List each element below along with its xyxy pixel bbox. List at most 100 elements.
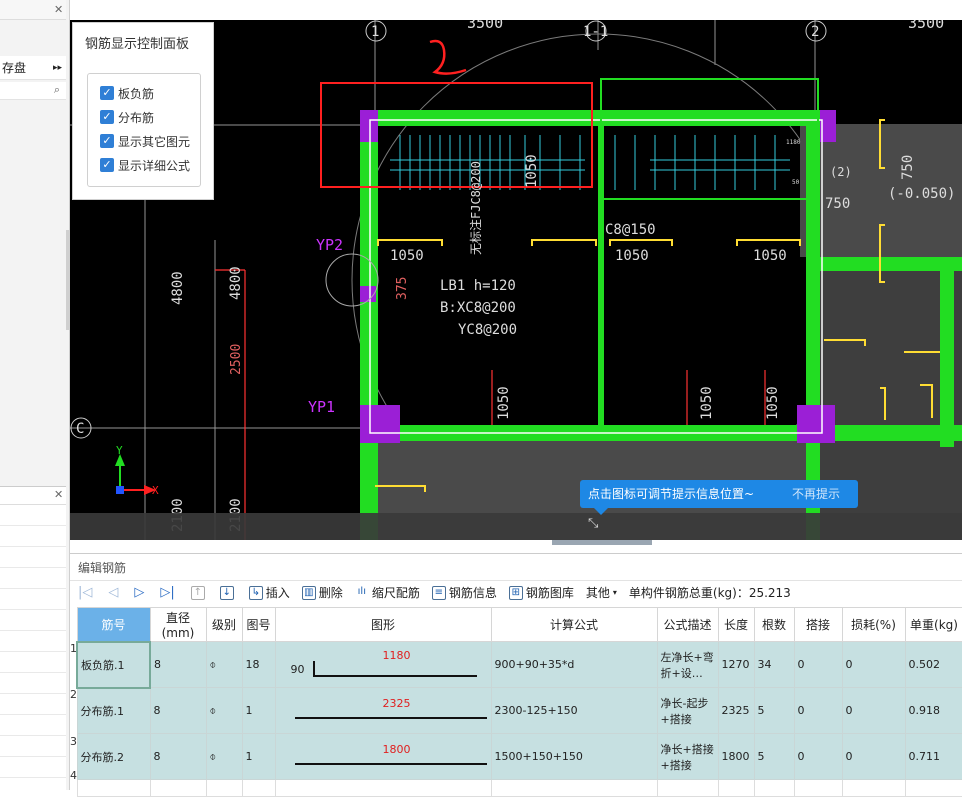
cell-count[interactable]: 5 bbox=[753, 733, 795, 780]
left-panel: ✕ 存盘 ▸▸ ⌕ ✕ bbox=[0, 0, 70, 790]
column-header[interactable]: 单重(kg) bbox=[904, 607, 962, 642]
cell-formula[interactable]: 900+90+35*d bbox=[490, 641, 658, 688]
table-row[interactable]: 板负筋.1 8 ⌽ 18 90 1180 900+90+35*d 左净长+弯折+… bbox=[76, 640, 962, 689]
cell-lap[interactable]: 0 bbox=[793, 733, 843, 780]
cell-loss[interactable]: 0 bbox=[841, 641, 906, 688]
cell-description[interactable]: 净长-起步+搭接 bbox=[656, 687, 719, 734]
checkmark-icon[interactable]: ✓ bbox=[100, 110, 114, 124]
previous-record-icon[interactable]: ◁ bbox=[108, 585, 118, 600]
checkbox-show-other-elements[interactable]: ✓ 显示其它图元 bbox=[100, 132, 190, 150]
next-record-icon[interactable]: ▷ bbox=[134, 585, 144, 600]
rebar-info-button[interactable]: ≡ 钢筋信息 bbox=[431, 584, 497, 601]
table-header-row: 筋号 直径(mm) 级别 图号 图形 计算公式 公式描述 长度 根数 搭接 损耗… bbox=[76, 607, 962, 642]
cell-grade[interactable]: ⌽ bbox=[205, 687, 243, 734]
insert-icon: ↳ bbox=[248, 585, 263, 600]
cell-name[interactable]: 分布筋.2 bbox=[76, 733, 151, 780]
checkbox-show-detailed-formula[interactable]: ✓ 显示详细公式 bbox=[100, 156, 190, 174]
close-icon[interactable]: ✕ bbox=[54, 3, 63, 16]
shrink-arrows-icon[interactable]: ⤡ bbox=[588, 516, 598, 531]
search-icon[interactable]: ⌕ bbox=[54, 83, 60, 97]
column-header[interactable]: 筋号 bbox=[76, 607, 151, 642]
cell-shape[interactable]: 2325 bbox=[274, 687, 492, 734]
table-row-empty[interactable] bbox=[76, 779, 962, 797]
other-dropdown[interactable]: 其他 ▾ bbox=[586, 584, 617, 601]
scale-rebar-button[interactable]: ılı 缩尺配筋 bbox=[355, 584, 420, 601]
editor-title: 编辑钢筋 bbox=[78, 561, 127, 575]
column-header[interactable]: 搭接 bbox=[793, 607, 843, 642]
dropdown-arrow-icon: ▾ bbox=[612, 588, 617, 597]
cell-lap[interactable]: 0 bbox=[793, 641, 843, 688]
column-header[interactable]: 计算公式 bbox=[490, 607, 658, 642]
library-icon: ⊞ bbox=[508, 585, 523, 600]
search-field[interactable]: ⌕ bbox=[0, 82, 66, 100]
cell-length[interactable]: 1270 bbox=[717, 641, 755, 688]
checkmark-icon[interactable]: ✓ bbox=[100, 158, 114, 172]
cell-description[interactable]: 左净长+弯折+设… bbox=[656, 641, 719, 688]
cell-diameter[interactable]: 8 bbox=[149, 641, 207, 688]
table-row[interactable]: 分布筋.1 8 ⌽ 1 2325 2300-125+150 净长-起步+搭接 2… bbox=[76, 687, 962, 734]
cell-formula[interactable]: 1500+150+150 bbox=[490, 733, 658, 780]
checkbox-negative-rebar[interactable]: ✓ 板负筋 bbox=[100, 84, 154, 102]
cell-shape[interactable]: 1800 bbox=[274, 733, 492, 780]
column-label-yp2: YP2 bbox=[316, 236, 343, 254]
last-record-icon[interactable]: ▷| bbox=[160, 585, 174, 600]
column-header[interactable]: 图形 bbox=[274, 607, 492, 642]
cell-lap[interactable]: 0 bbox=[793, 687, 843, 734]
axis-label: 1 bbox=[371, 24, 379, 40]
scale-rebar-label: 缩尺配筋 bbox=[371, 586, 420, 600]
dimension: 2500 bbox=[229, 344, 244, 375]
cell-figure-number[interactable]: 18 bbox=[241, 641, 276, 688]
cell-count[interactable]: 5 bbox=[753, 687, 795, 734]
cell-weight[interactable]: 0.918 bbox=[904, 687, 962, 734]
paren-label: (2) bbox=[830, 165, 852, 179]
cell-shape[interactable]: 90 1180 bbox=[274, 641, 492, 688]
column-header[interactable]: 根数 bbox=[753, 607, 795, 642]
move-up-button[interactable]: ↑ bbox=[190, 585, 208, 600]
close-icon[interactable]: ✕ bbox=[54, 488, 63, 501]
column-header[interactable]: 图号 bbox=[241, 607, 276, 642]
cell-length[interactable]: 1800 bbox=[717, 733, 755, 780]
column-header[interactable]: 长度 bbox=[717, 607, 755, 642]
dont-show-again-link[interactable]: 不再提示 bbox=[792, 480, 840, 508]
cell-weight[interactable]: 0.711 bbox=[904, 733, 962, 780]
cell-diameter[interactable]: 8 bbox=[149, 733, 207, 780]
cell-length[interactable]: 2325 bbox=[717, 687, 755, 734]
column-header[interactable]: 直径(mm) bbox=[149, 607, 207, 642]
double-chevron-right-icon[interactable]: ▸▸ bbox=[53, 56, 62, 80]
column-header[interactable]: 公式描述 bbox=[656, 607, 719, 642]
total-weight: 单构件钢筋总重(kg)：25.213 bbox=[628, 586, 791, 600]
first-record-icon[interactable]: |◁ bbox=[78, 585, 92, 600]
cell-figure-number[interactable]: 1 bbox=[241, 733, 276, 780]
checkbox-distribution-rebar[interactable]: ✓ 分布筋 bbox=[100, 108, 154, 126]
left-panel-tab[interactable]: 存盘 ▸▸ bbox=[0, 56, 66, 80]
cell-grade[interactable]: ⌽ bbox=[205, 733, 243, 780]
rebar-library-button[interactable]: ⊞ 钢筋图库 bbox=[508, 584, 574, 601]
shape-length: 1180 bbox=[382, 648, 411, 662]
column-header[interactable]: 损耗(%) bbox=[841, 607, 906, 642]
insert-button[interactable]: ↳ 插入 bbox=[248, 584, 290, 601]
checkbox-label: 显示其它图元 bbox=[118, 134, 191, 149]
dimension: 1050 bbox=[699, 386, 715, 420]
hint-tooltip[interactable]: 点击图标可调节提示信息位置~ 不再提示 bbox=[580, 480, 858, 508]
panel-resize-handle[interactable] bbox=[552, 540, 652, 545]
cell-diameter[interactable]: 8 bbox=[149, 687, 207, 734]
table-row[interactable]: 分布筋.2 8 ⌽ 1 1800 1500+150+150 净长+搭接+搭接 1… bbox=[76, 733, 962, 780]
cell-formula[interactable]: 2300-125+150 bbox=[490, 687, 658, 734]
column-header[interactable]: 级别 bbox=[205, 607, 243, 642]
checkmark-icon[interactable]: ✓ bbox=[100, 134, 114, 148]
cell-grade[interactable]: ⌽ bbox=[205, 641, 243, 688]
cell-name[interactable]: 分布筋.1 bbox=[76, 687, 151, 734]
delete-button[interactable]: ▥ 删除 bbox=[301, 584, 343, 601]
cell-loss[interactable]: 0 bbox=[841, 687, 906, 734]
cell-loss[interactable]: 0 bbox=[841, 733, 906, 780]
cell-description[interactable]: 净长+搭接+搭接 bbox=[656, 733, 719, 780]
cell-figure-number[interactable]: 1 bbox=[241, 687, 276, 734]
cell-count[interactable]: 34 bbox=[753, 641, 795, 688]
arrow-down-icon: ↓ bbox=[219, 585, 234, 600]
checkmark-icon[interactable]: ✓ bbox=[100, 86, 114, 100]
svg-text:X: X bbox=[152, 484, 159, 497]
cell-name[interactable]: 板负筋.1 bbox=[76, 640, 151, 689]
other-label: 其他 bbox=[585, 586, 610, 600]
cell-weight[interactable]: 0.502 bbox=[904, 641, 962, 688]
move-down-button[interactable]: ↓ bbox=[219, 585, 237, 600]
